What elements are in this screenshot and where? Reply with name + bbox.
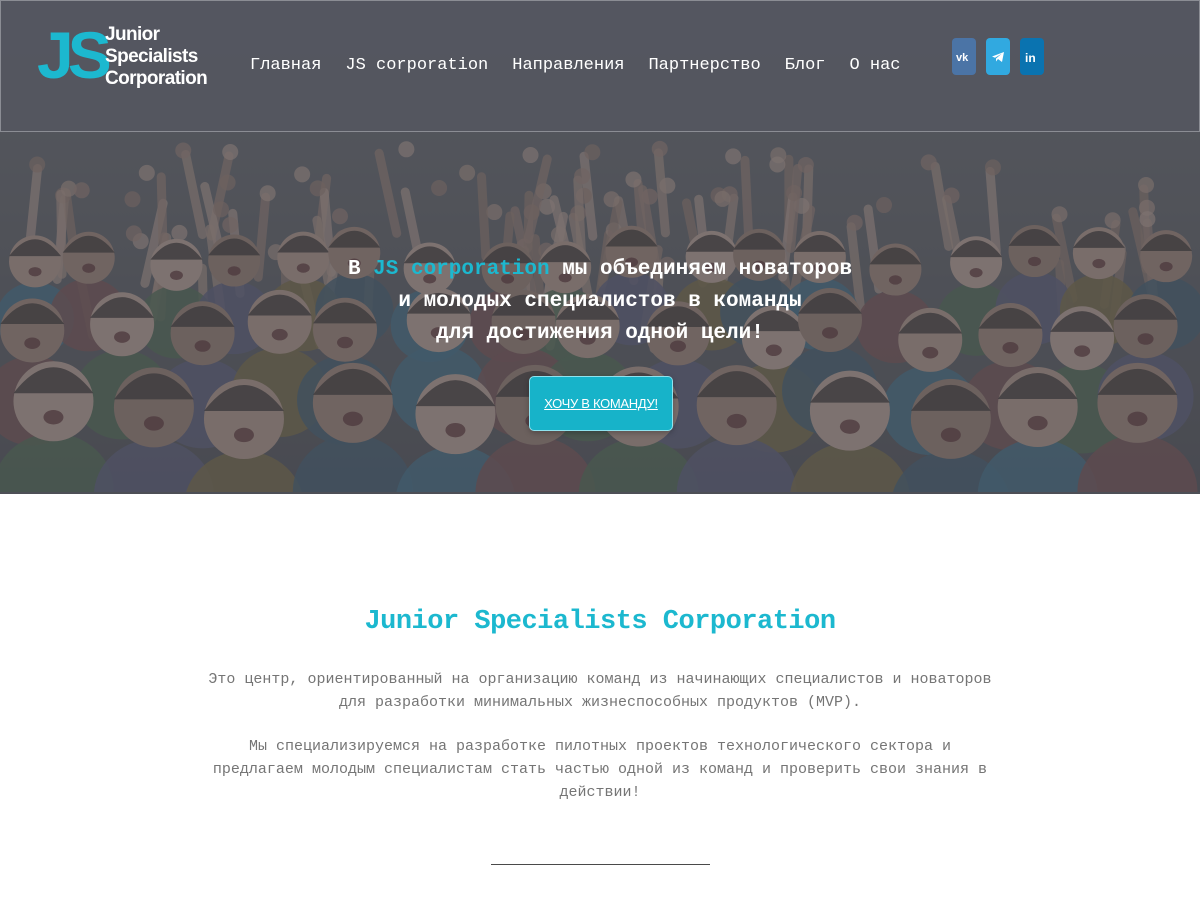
logo-line: Specialists [105,46,198,67]
section-divider [491,864,710,865]
telegram-icon[interactable] [986,38,1010,75]
nav-item-about[interactable]: О нас [850,55,901,77]
linkedin-icon[interactable]: in [1020,38,1044,75]
svg-text:vk: vk [956,52,969,63]
logo[interactable]: JS Junior Specialists Corporation [37,19,212,95]
nav-item-home[interactable]: Главная [250,55,321,77]
hero-line-2: и молодых специалистов в команды [398,290,802,313]
logo-line: Corporation [105,68,208,89]
vk-icon[interactable]: vk [952,38,976,75]
hero-line-3: для достижения одной цели! [436,322,764,345]
nav-item-partnership[interactable]: Партнерство [648,55,760,77]
hero-line-1: В JS corporation мы объединяем новаторов [347,258,853,281]
section-title: Junior Specialists Corporation [364,607,836,637]
hero-accent: JS corporation [373,258,550,281]
svg-text:in: in [1025,51,1036,63]
hero-headline: В JS corporation мы объединяем новаторов… [0,254,1200,350]
logo-mark: JS [37,18,112,92]
nav-item-js-corporation[interactable]: JS corporation [345,55,488,77]
main-nav: Главная JS corporation Направления Партн… [250,55,925,77]
about-paragraph-2: Мы специализируемся на разработке пилотн… [212,738,988,801]
nav-item-directions[interactable]: Направления [512,55,624,77]
logo-wordmark: Junior Specialists Corporation [105,24,208,90]
site-header: JS Junior Specialists Corporation Главна… [0,0,1200,132]
nav-item-blog[interactable]: Блог [785,55,826,77]
about-paragraph-1: Это центр, ориентированный на организаци… [208,671,992,711]
join-team-button[interactable]: ХОЧУ В КОМАНДУ! [529,376,673,431]
logo-line: Junior [105,24,160,45]
social-links: vk in [952,38,1044,75]
